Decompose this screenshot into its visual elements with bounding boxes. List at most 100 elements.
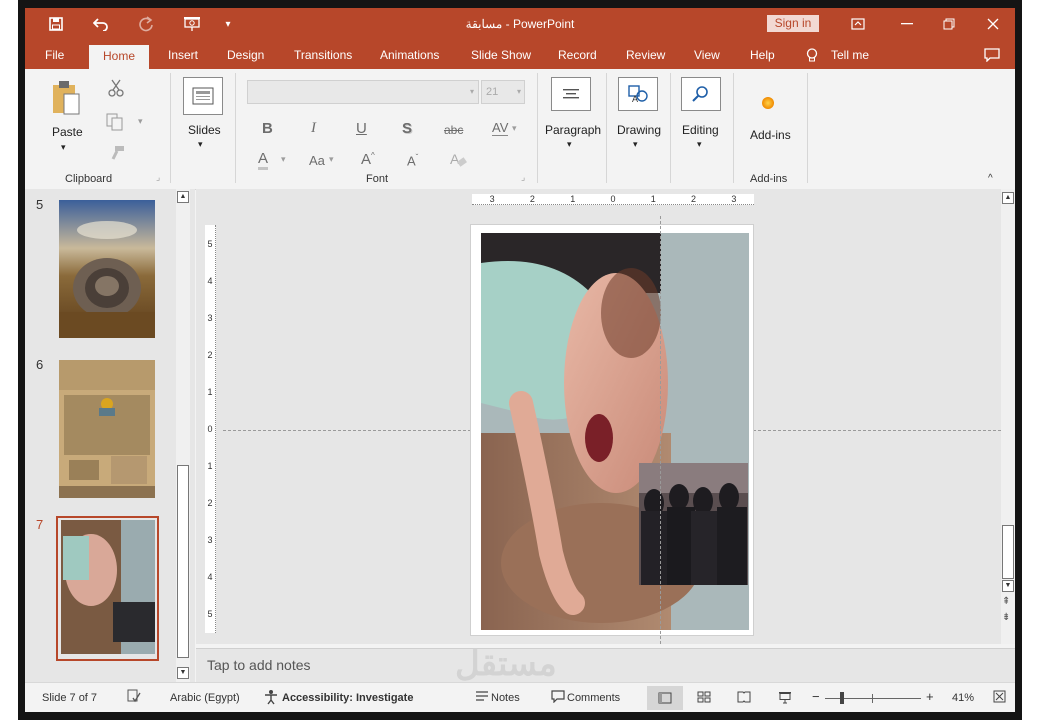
editing-button-label[interactable]: Editing [682, 123, 719, 137]
editing-dropdown-icon[interactable]: ▾ [697, 139, 702, 150]
tab-design[interactable]: Design [227, 48, 264, 62]
character-spacing-button[interactable]: AV [492, 120, 509, 136]
collapse-ribbon-icon[interactable]: ^ [988, 173, 993, 184]
paragraph-dropdown-icon[interactable]: ▾ [567, 139, 572, 150]
slide-thumbnail-6[interactable] [59, 360, 155, 498]
increase-font-size-button[interactable]: A^ [361, 151, 375, 168]
scroll-up-button[interactable]: ▲ [177, 191, 189, 203]
title-bar: ▾ مسابقة - PowerPoint Sign in [25, 8, 1015, 41]
drawing-shapes-icon[interactable]: A [618, 77, 658, 111]
editing-find-icon[interactable] [681, 77, 721, 111]
clipboard-launcher-icon[interactable]: ⌟ [156, 172, 160, 183]
tab-review[interactable]: Review [626, 48, 665, 62]
slide-thumbnail-7[interactable] [61, 520, 155, 654]
accessibility-icon[interactable] [263, 689, 279, 708]
fit-slide-icon[interactable] [993, 690, 1006, 706]
editor-scroll-down-button[interactable]: ▼ [1002, 580, 1014, 592]
change-case-button[interactable]: Aa [309, 153, 325, 168]
underline-button[interactable]: U [356, 120, 367, 137]
tab-view[interactable]: View [694, 48, 720, 62]
copy-icon[interactable] [106, 113, 124, 135]
ribbon-divider [537, 73, 538, 183]
format-painter-icon[interactable] [109, 145, 125, 165]
restore-icon[interactable] [938, 14, 960, 34]
bold-button[interactable]: B [262, 120, 273, 137]
cut-icon[interactable] [108, 79, 124, 101]
notes-icon[interactable] [475, 690, 489, 705]
notes-toggle[interactable]: Notes [491, 692, 520, 704]
tell-me-search[interactable]: Tell me [831, 48, 869, 62]
zoom-slider-center-tick [872, 694, 873, 703]
change-case-dropdown-icon[interactable]: ▾ [329, 154, 334, 165]
close-icon[interactable] [982, 14, 1004, 34]
thumbnails-scroll-thumb[interactable] [177, 465, 189, 658]
font-name-dropdown-icon[interactable]: ▾ [465, 80, 479, 104]
slides-dropdown-icon[interactable]: ▾ [198, 139, 203, 150]
editor-scroll-thumb[interactable] [1002, 525, 1014, 579]
add-ins-button-label[interactable]: Add-ins [750, 128, 791, 142]
language-indicator[interactable]: Arabic (Egypt) [170, 692, 240, 704]
notes-placeholder[interactable]: Tap to add notes [207, 657, 311, 673]
font-group-label: Font [366, 173, 389, 185]
paste-dropdown-icon[interactable]: ▾ [61, 142, 66, 153]
ribbon-display-options-icon[interactable] [847, 14, 869, 34]
decrease-font-size-button[interactable]: Aˇ [407, 153, 418, 168]
sign-in-button[interactable]: Sign in [767, 15, 819, 32]
women-photo[interactable] [639, 463, 748, 585]
tab-animations[interactable]: Animations [380, 48, 439, 62]
tab-record[interactable]: Record [558, 48, 597, 62]
tab-slide-show[interactable]: Slide Show [471, 48, 531, 62]
next-slide-icon[interactable]: ⇟ [1002, 612, 1010, 623]
font-launcher-icon[interactable]: ⌟ [521, 172, 525, 183]
spelling-check-icon[interactable] [127, 689, 141, 706]
font-size-dropdown-icon[interactable]: ▾ [513, 80, 525, 104]
vertical-guide[interactable] [660, 216, 661, 644]
tab-home[interactable]: Home [89, 45, 150, 69]
slides-button-label[interactable]: Slides [188, 123, 221, 137]
font-color-dropdown-icon[interactable]: ▾ [281, 154, 286, 165]
tab-file[interactable]: File [45, 48, 64, 62]
paragraph-icon[interactable] [551, 77, 591, 111]
comments-icon[interactable] [551, 690, 565, 706]
italic-button[interactable]: I [311, 120, 316, 137]
minimize-icon[interactable] [896, 14, 918, 34]
lightbulb-icon[interactable] [806, 48, 818, 66]
scroll-down-button[interactable]: ▼ [177, 667, 189, 679]
drawing-dropdown-icon[interactable]: ▾ [633, 139, 638, 150]
tab-transitions[interactable]: Transitions [294, 48, 352, 62]
paste-icon[interactable] [51, 79, 83, 122]
normal-view-button[interactable] [647, 686, 683, 710]
zoom-slider-thumb[interactable] [839, 692, 844, 704]
zoom-out-button[interactable]: − [812, 689, 820, 704]
paste-button-label[interactable]: Paste [52, 125, 83, 139]
comments-toggle[interactable]: Comments [567, 692, 620, 704]
copy-dropdown-icon[interactable]: ▾ [138, 116, 143, 127]
character-spacing-dropdown-icon[interactable]: ▾ [512, 123, 517, 134]
powerpoint-window: ▾ مسابقة - PowerPoint Sign in File Home … [25, 8, 1015, 712]
slide-number: 6 [36, 357, 44, 372]
text-shadow-button[interactable]: S [402, 120, 412, 137]
editor-scroll-up-button[interactable]: ▲ [1002, 192, 1014, 204]
paragraph-button-label[interactable]: Paragraph [545, 123, 601, 137]
drawing-button-label[interactable]: Drawing [617, 123, 661, 137]
tab-insert[interactable]: Insert [168, 48, 198, 62]
notes-pane[interactable]: Tap to add notes [196, 648, 1015, 683]
clear-formatting-icon[interactable]: A [449, 150, 467, 172]
strikethrough-button[interactable]: abc [444, 123, 463, 137]
previous-slide-icon[interactable]: ⇞ [1002, 596, 1010, 607]
ribbon-divider [606, 73, 607, 183]
slide-show-icon[interactable] [778, 691, 792, 707]
font-color-button[interactable]: A [258, 150, 269, 170]
current-slide[interactable] [470, 224, 754, 636]
zoom-in-button[interactable]: + [926, 689, 934, 704]
new-slide-icon[interactable] [183, 77, 223, 115]
font-name-input[interactable] [247, 80, 479, 104]
tab-help[interactable]: Help [750, 48, 775, 62]
zoom-level[interactable]: 41% [952, 692, 974, 704]
slide-thumbnail-5[interactable] [59, 200, 155, 338]
comments-pane-icon[interactable] [984, 48, 1000, 65]
accessibility-status[interactable]: Accessibility: Investigate [282, 692, 413, 704]
slide-sorter-icon[interactable] [697, 691, 711, 706]
add-ins-icon[interactable] [762, 97, 774, 109]
reading-view-icon[interactable] [737, 691, 751, 706]
